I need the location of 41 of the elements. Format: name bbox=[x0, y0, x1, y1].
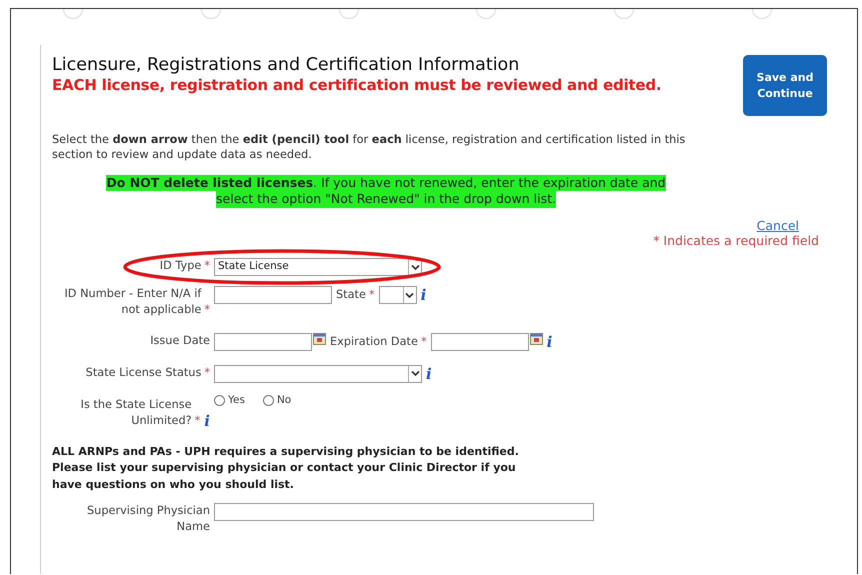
field-label: Expiration Date bbox=[330, 334, 418, 350]
dropdown-field[interactable] bbox=[378, 286, 417, 304]
radio-option[interactable]: No bbox=[262, 392, 292, 408]
input-field[interactable] bbox=[214, 286, 332, 304]
warning-text: EACH license, registration and certification must be reviewed and edited. bbox=[52, 76, 662, 96]
radio-option[interactable]: Yes bbox=[214, 392, 245, 408]
required-asterisk: * bbox=[420, 334, 427, 350]
save-and-continue-button[interactable]: Save and Continue bbox=[743, 55, 827, 116]
cancel-link[interactable]: Cancel bbox=[756, 219, 799, 234]
notice-text: Do NOT delete listed licenses. If you have not renewed, enter the expiration date and bbox=[106, 174, 666, 192]
required-asterisk: * bbox=[194, 413, 200, 430]
required-asterisk: * bbox=[204, 364, 210, 381]
supervising-physician-note: ALL ARNPs and PAs - UPH requires a supervising physician to be identified. Please list your supervising physician or contact your Clinic Director if you have questions on who you should list. bbox=[52, 444, 520, 492]
calendar-icon[interactable] bbox=[530, 332, 543, 345]
field-label: State License Status bbox=[86, 364, 202, 381]
field-label: Issue Date bbox=[150, 332, 210, 349]
info-icon[interactable]: i bbox=[420, 286, 426, 304]
instructions-text: Select the down arrow then the edit (pencil) tool for each license, registration and certification listed in this section to review and update data as needed. bbox=[52, 132, 686, 162]
required-asterisk: * bbox=[368, 287, 375, 303]
dropdown-field[interactable] bbox=[214, 364, 422, 383]
field-label: ID Number - Enter N/A if not applicable bbox=[63, 286, 202, 318]
date-field[interactable] bbox=[214, 332, 312, 351]
required-asterisk: * bbox=[204, 258, 210, 274]
field-label: State bbox=[336, 287, 366, 303]
caret-icon bbox=[410, 370, 420, 378]
calendar-icon[interactable] bbox=[313, 332, 326, 345]
caret-icon bbox=[410, 264, 420, 270]
field-label: ID Type bbox=[160, 258, 202, 274]
notice-text: select the option "Not Renewed" in the drop down list. bbox=[216, 191, 556, 208]
required-note: * Indicates a required field bbox=[653, 234, 819, 248]
info-icon[interactable]: i bbox=[426, 364, 432, 383]
info-icon[interactable]: i bbox=[204, 412, 210, 430]
caret-icon bbox=[405, 292, 414, 298]
section-title: Licensure, Registrations and Certification Information bbox=[52, 55, 520, 76]
date-field[interactable] bbox=[430, 332, 529, 351]
field-label: Supervising Physician Name bbox=[86, 503, 210, 536]
dropdown-field[interactable]: State License bbox=[214, 258, 422, 276]
input-field[interactable] bbox=[214, 503, 594, 521]
info-icon[interactable]: i bbox=[546, 332, 552, 351]
field-label: Is the State License Unlimited? bbox=[80, 396, 192, 430]
required-asterisk: * bbox=[204, 302, 210, 318]
